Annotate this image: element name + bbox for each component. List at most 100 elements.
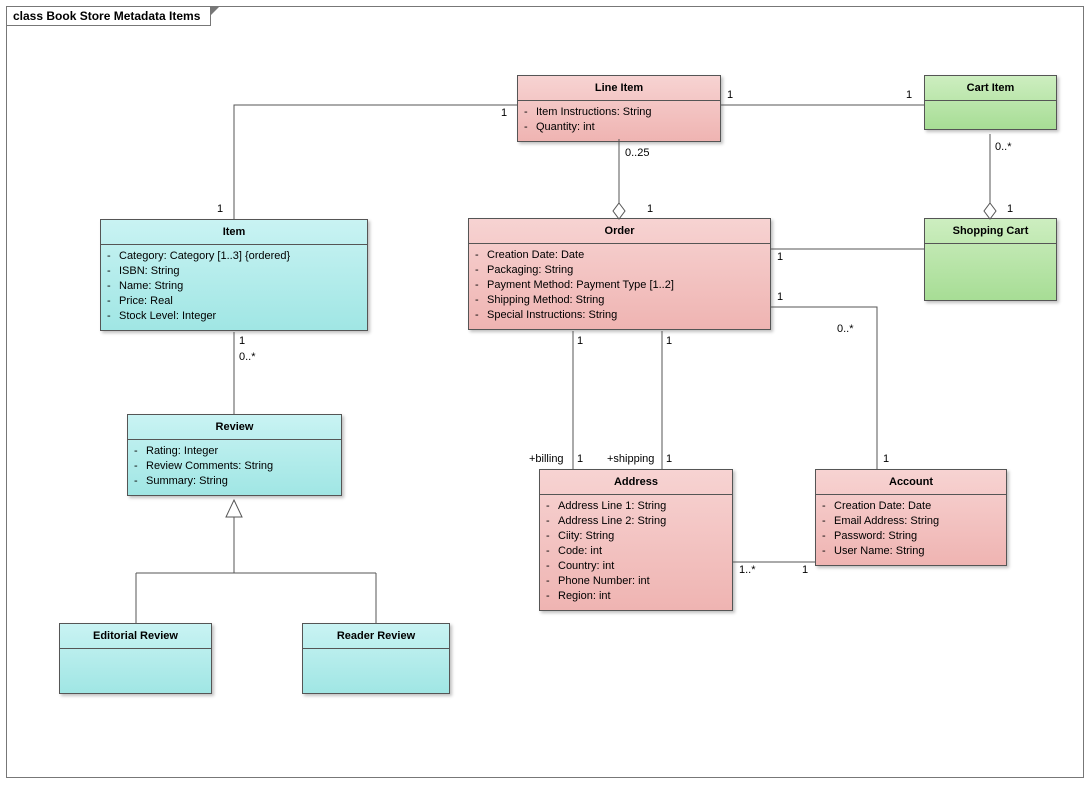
attr: Price: Real [119, 294, 173, 309]
attr-row: -Payment Method: Payment Type [1..2] [475, 278, 764, 293]
class-title: Review [128, 415, 341, 440]
attr: Password: String [834, 529, 917, 544]
mult: 0..* [239, 351, 256, 363]
frame-title-text: class Book Store Metadata Items [13, 9, 200, 23]
mult: 0..* [995, 141, 1012, 153]
attr: Category: Category [1..3] {ordered} [119, 249, 290, 264]
mult: 1..* [739, 564, 756, 576]
attr-row: -Stock Level: Integer [107, 309, 361, 324]
class-attrs: -Address Line 1: String -Address Line 2:… [540, 495, 732, 610]
attr-row: -Rating: Integer [134, 444, 335, 459]
mult: 1 [577, 335, 583, 347]
attr-row: -Review Comments: String [134, 459, 335, 474]
frame-tab-notch [210, 7, 219, 16]
class-account[interactable]: Account -Creation Date: Date -Email Addr… [815, 469, 1007, 566]
attr: Email Address: String [834, 514, 939, 529]
class-title: Shopping Cart [925, 219, 1056, 243]
class-order[interactable]: Order -Creation Date: Date -Packaging: S… [468, 218, 771, 330]
attr: Stock Level: Integer [119, 309, 216, 324]
mult: 1 [1007, 203, 1013, 215]
attr: Review Comments: String [146, 459, 273, 474]
class-empty-compartment [925, 243, 1056, 300]
attr-row: -Address Line 1: String [546, 499, 726, 514]
mult: 1 [883, 453, 889, 465]
class-attrs: -Creation Date: Date -Packaging: String … [469, 244, 770, 329]
mult: 1 [906, 89, 912, 101]
attr: Country: int [558, 559, 614, 574]
attr: User Name: String [834, 544, 924, 559]
mult: 1 [777, 251, 783, 263]
class-editorial-review[interactable]: Editorial Review [59, 623, 212, 694]
attr: Quantity: int [536, 120, 595, 135]
mult: 1 [666, 335, 672, 347]
attr: Address Line 2: String [558, 514, 666, 529]
class-attrs: -Creation Date: Date -Email Address: Str… [816, 495, 1006, 565]
class-title: Reader Review [303, 624, 449, 648]
mult: 1 [501, 107, 507, 119]
mult: 1 [647, 203, 653, 215]
attr: Shipping Method: String [487, 293, 604, 308]
attr: Phone Number: int [558, 574, 650, 589]
class-address[interactable]: Address -Address Line 1: String -Address… [539, 469, 733, 611]
class-title: Item [101, 220, 367, 245]
diagram-frame-title: class Book Store Metadata Items [6, 6, 211, 26]
attr: Creation Date: Date [487, 248, 584, 263]
attr-row: -Shipping Method: String [475, 293, 764, 308]
attr: Region: int [558, 589, 611, 604]
attr: Packaging: String [487, 263, 573, 278]
attr-row: -ISBN: String [107, 264, 361, 279]
attr-row: -Name: String [107, 279, 361, 294]
attr: ISBN: String [119, 264, 180, 279]
attr-row: -Password: String [822, 529, 1000, 544]
class-title: Order [469, 219, 770, 244]
mult: 1 [217, 203, 223, 215]
class-attrs: -Rating: Integer -Review Comments: Strin… [128, 440, 341, 495]
attr-row: -Email Address: String [822, 514, 1000, 529]
attr: Creation Date: Date [834, 499, 931, 514]
attr-row: -Code: int [546, 544, 726, 559]
class-title: Editorial Review [60, 624, 211, 648]
mult: 1 [777, 291, 783, 303]
class-item[interactable]: Item -Category: Category [1..3] {ordered… [100, 219, 368, 331]
diagram-frame: class Book Store Metadata Items Line Ite… [6, 6, 1084, 778]
mult: 1 [666, 453, 672, 465]
role: +billing [529, 453, 564, 465]
attr: Address Line 1: String [558, 499, 666, 514]
class-title: Address [540, 470, 732, 495]
class-title: Cart Item [925, 76, 1056, 100]
attr-row: -Price: Real [107, 294, 361, 309]
attr-row: -Quantity: int [524, 120, 714, 135]
attr: Ciity: String [558, 529, 614, 544]
class-shopping-cart[interactable]: Shopping Cart [924, 218, 1057, 301]
attr-row: -Ciity: String [546, 529, 726, 544]
attr: Special Instructions: String [487, 308, 617, 323]
mult: 1 [577, 453, 583, 465]
attr-row: -Packaging: String [475, 263, 764, 278]
class-line-item[interactable]: Line Item -Item Instructions: String -Qu… [517, 75, 721, 142]
mult: 0..25 [625, 147, 649, 159]
attr-row: -Creation Date: Date [822, 499, 1000, 514]
attr: Code: int [558, 544, 602, 559]
attr-row: -User Name: String [822, 544, 1000, 559]
role: +shipping [607, 453, 654, 465]
class-empty-compartment [925, 100, 1056, 129]
class-empty-compartment [303, 648, 449, 693]
attr-row: -Category: Category [1..3] {ordered} [107, 249, 361, 264]
class-title: Line Item [518, 76, 720, 101]
attr-row: -Special Instructions: String [475, 308, 764, 323]
attr: Item Instructions: String [536, 105, 652, 120]
attr-row: -Creation Date: Date [475, 248, 764, 263]
attr-row: -Summary: String [134, 474, 335, 489]
attr-row: -Phone Number: int [546, 574, 726, 589]
attr-row: -Item Instructions: String [524, 105, 714, 120]
attr: Summary: String [146, 474, 228, 489]
mult: 1 [239, 335, 245, 347]
class-attrs: -Item Instructions: String -Quantity: in… [518, 101, 720, 141]
attr: Payment Method: Payment Type [1..2] [487, 278, 674, 293]
class-reader-review[interactable]: Reader Review [302, 623, 450, 694]
attr-row: -Address Line 2: String [546, 514, 726, 529]
class-review[interactable]: Review -Rating: Integer -Review Comments… [127, 414, 342, 496]
attr: Rating: Integer [146, 444, 218, 459]
class-cart-item[interactable]: Cart Item [924, 75, 1057, 130]
class-empty-compartment [60, 648, 211, 693]
